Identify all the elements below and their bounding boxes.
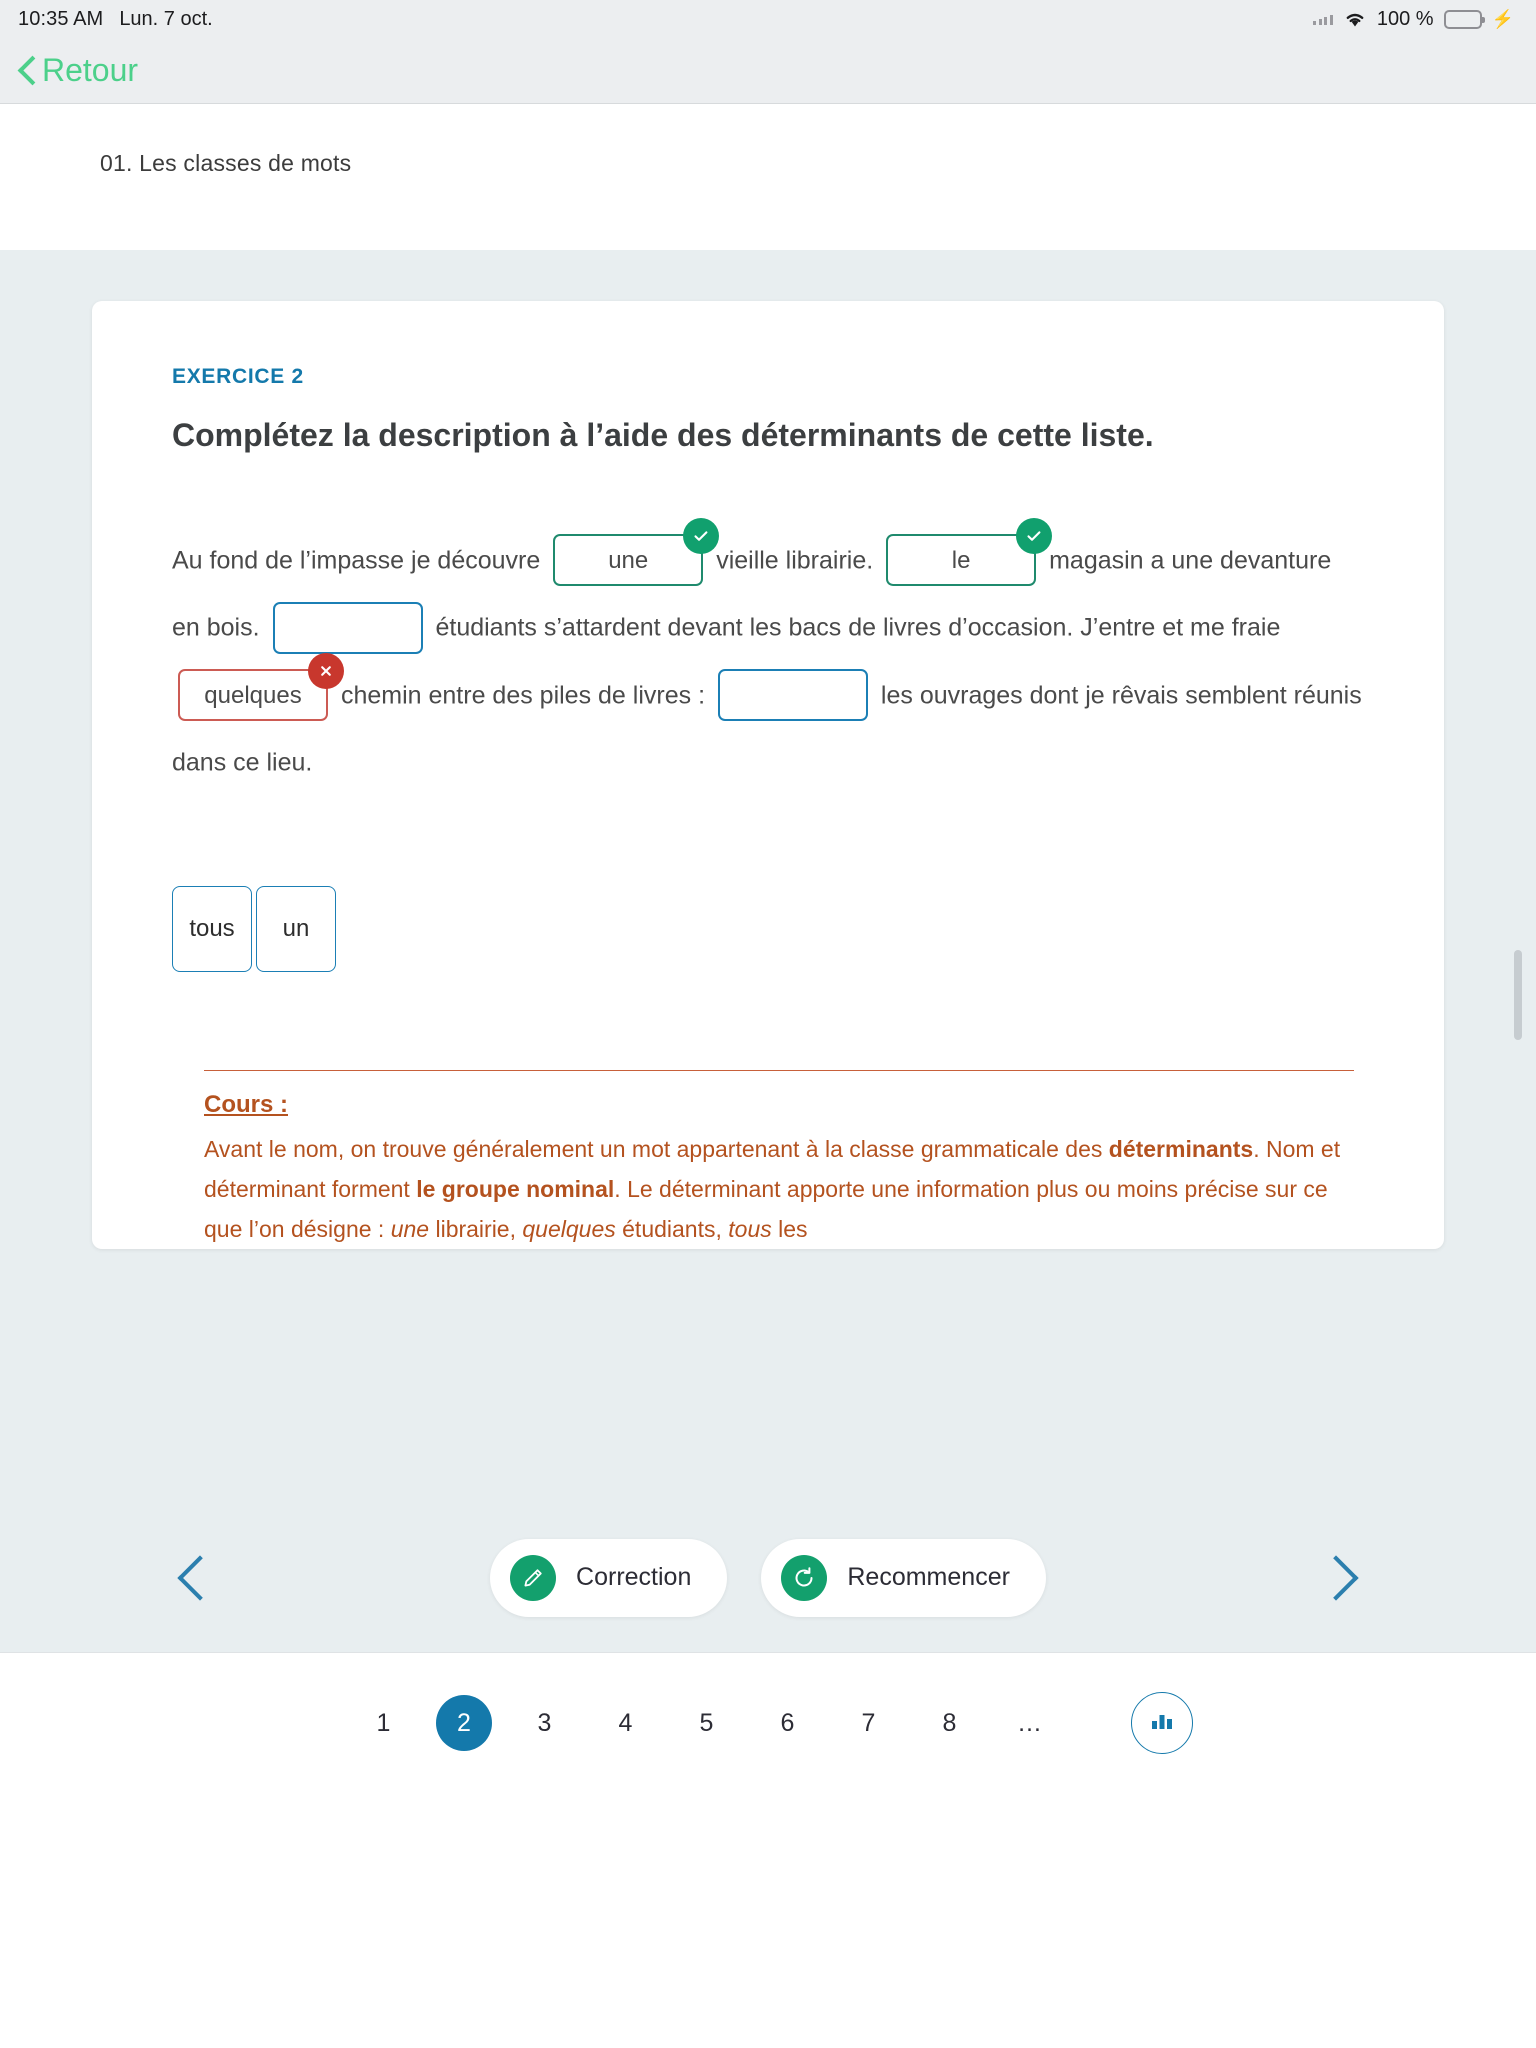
answer-blank-2[interactable]: le — [886, 518, 1053, 587]
statistics-button[interactable] — [1131, 1692, 1193, 1754]
lesson-title: 01. Les classes de mots — [100, 150, 352, 176]
vertical-scrollbar[interactable] — [1514, 950, 1522, 1040]
previous-exercise-button[interactable] — [170, 1552, 222, 1604]
pagination-bar: 1 2 3 4 5 6 7 8 … — [0, 1651, 1536, 1794]
wifi-icon — [1343, 10, 1367, 28]
status-bar: 10:35 AM Lun. 7 oct. 100 % ⚡ — [0, 0, 1536, 38]
app-screen: 10:35 AM Lun. 7 oct. 100 % ⚡ Retour 01. … — [0, 0, 1536, 2048]
cours-title: Cours : — [204, 1091, 288, 1118]
bottom-safe-area — [0, 1793, 1536, 2048]
page-button-6[interactable]: 6 — [747, 1709, 828, 1738]
page-button-2[interactable]: 2 — [436, 1695, 492, 1751]
answer-blank-2-value: le — [951, 547, 971, 575]
word-chip-un[interactable]: un — [256, 885, 336, 972]
status-bar-left: 10:35 AM Lun. 7 oct. — [18, 8, 213, 31]
page-button-1[interactable]: 1 — [343, 1709, 424, 1738]
status-bar-right: 100 % ⚡ — [1313, 8, 1514, 31]
bar-chart-icon — [1147, 1708, 1177, 1739]
back-button[interactable]: Retour — [18, 52, 138, 89]
page-button-8[interactable]: 8 — [909, 1709, 990, 1738]
exercise-label: EXERCICE 2 — [172, 365, 304, 388]
restart-button[interactable]: Recommencer — [761, 1538, 1046, 1617]
pencil-icon — [510, 1554, 557, 1601]
battery-percent-label: 100 % — [1376, 7, 1434, 30]
action-bar: Correction Recommencer — [0, 1503, 1536, 1652]
check-icon — [1016, 518, 1053, 555]
status-time: 10:35 AM — [18, 7, 104, 30]
answer-blank-5[interactable] — [717, 669, 868, 722]
sentence-text: Au fond de l’impasse je découvre — [172, 546, 541, 575]
check-icon — [683, 518, 720, 555]
next-exercise-button[interactable] — [1314, 1552, 1366, 1604]
page-button-4[interactable]: 4 — [585, 1709, 666, 1738]
restart-button-label: Recommencer — [847, 1563, 1010, 1591]
answer-blank-4-value: quelques — [204, 682, 302, 710]
page-button-3[interactable]: 3 — [504, 1709, 585, 1738]
correction-button-label: Correction — [576, 1563, 692, 1591]
lightning-bolt-icon: ⚡ — [1491, 9, 1514, 29]
refresh-icon — [781, 1554, 828, 1601]
battery-full-icon — [1443, 9, 1485, 29]
page-ellipsis[interactable]: … — [990, 1709, 1071, 1738]
cours-paragraph: Avant le nom, on trouve généralement un … — [204, 1136, 1341, 1242]
answer-blank-1[interactable]: une — [553, 518, 720, 587]
exercise-heading: Complétez la description à l’aide des dé… — [172, 417, 1154, 453]
back-button-label: Retour — [42, 52, 139, 88]
fill-in-sentence: Au fond de l’impasse je découvre une vie… — [172, 518, 1364, 796]
cours-section: Cours : Avant le nom, on trouve générale… — [204, 1070, 1354, 1249]
sentence-text: chemin entre des piles de livres : — [340, 681, 706, 710]
page-button-7[interactable]: 7 — [828, 1709, 909, 1738]
page-button-5[interactable]: 5 — [666, 1709, 747, 1738]
correction-button[interactable]: Correction — [490, 1538, 728, 1617]
nav-bar: Retour — [0, 38, 1536, 104]
lesson-title-band: 01. Les classes de mots — [0, 104, 1536, 250]
content-scroll-area[interactable]: EXERCICE 2 Complétez la description à l’… — [0, 250, 1536, 1504]
word-bank: tous un — [172, 885, 1364, 972]
sentence-text: étudiants s’attardent devant les bacs de… — [435, 613, 1281, 642]
signal-dots-icon — [1313, 14, 1333, 25]
status-date: Lun. 7 oct. — [119, 7, 213, 30]
answer-blank-1-value: une — [608, 547, 649, 575]
cross-icon — [308, 653, 344, 690]
sentence-text: vieille librairie. — [716, 546, 874, 575]
chevron-left-icon — [18, 56, 36, 86]
word-chip-tous[interactable]: tous — [172, 885, 252, 972]
exercise-card: EXERCICE 2 Complétez la description à l’… — [92, 301, 1444, 1249]
answer-blank-3[interactable] — [272, 601, 423, 654]
answer-blank-4[interactable]: quelques — [178, 653, 344, 722]
